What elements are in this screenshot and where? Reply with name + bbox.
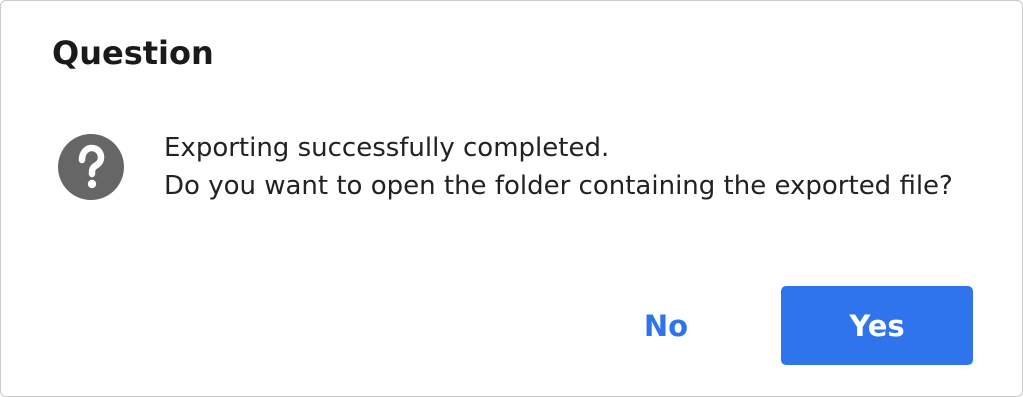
yes-button[interactable]: Yes <box>781 286 973 365</box>
question-dialog: Question Exporting successfully complete… <box>0 0 1023 397</box>
question-icon <box>58 134 124 200</box>
no-button[interactable]: No <box>591 286 741 365</box>
message-line-1: Exporting successfully completed. <box>164 133 610 163</box>
message-line-2: Do you want to open the folder containin… <box>164 171 953 201</box>
dialog-title: Question <box>52 34 214 72</box>
dialog-message: Exporting successfully completed. Do you… <box>164 129 953 205</box>
